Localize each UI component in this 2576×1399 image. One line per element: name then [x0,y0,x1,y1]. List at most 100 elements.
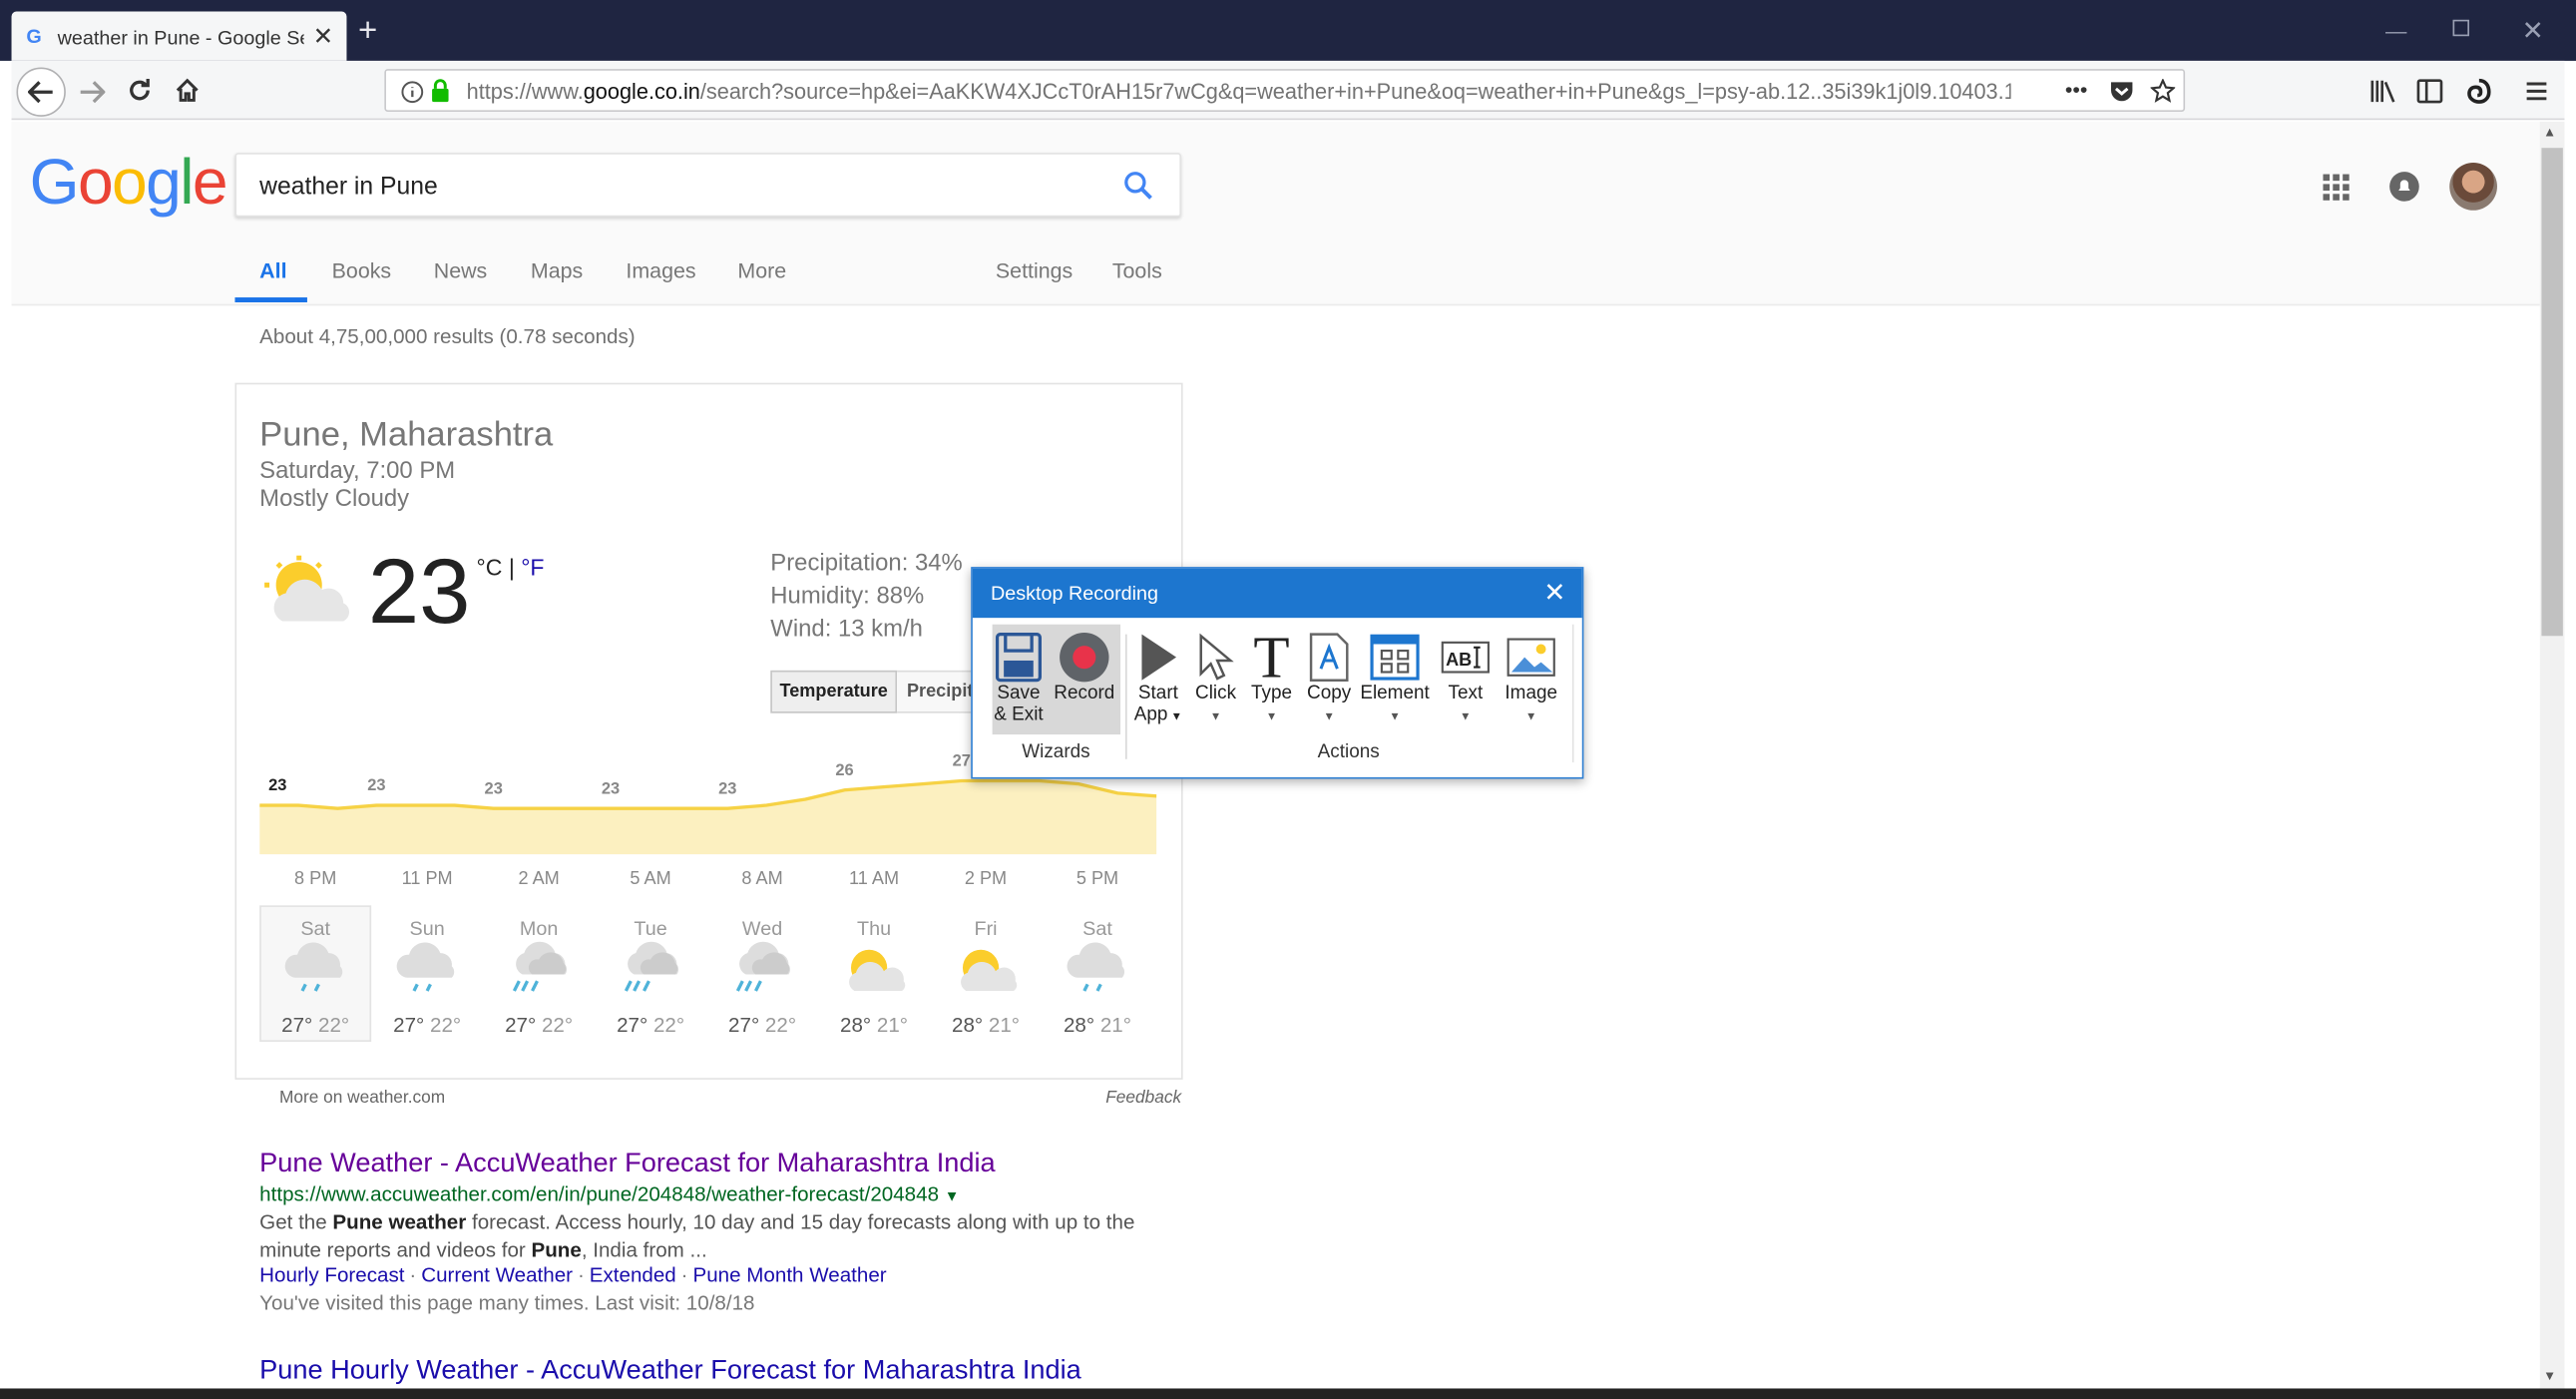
unit-fahrenheit[interactable]: °F [521,554,544,580]
pocket-icon[interactable] [2109,79,2134,104]
image-button[interactable]: Image ▼ [1502,631,1560,749]
apps-grid-icon[interactable] [2323,174,2350,201]
chart-hour-label: 5 PM [1075,869,1119,889]
unit-celsius[interactable]: °C | [477,554,522,580]
address-bar[interactable]: https://www.google.co.in/search?source=h… [384,69,2186,112]
chart-value-label: 23 [601,780,621,799]
scroll-up-icon[interactable]: ▲ [2543,125,2556,140]
menu-icon[interactable] [2525,81,2548,102]
home-button[interactable] [175,77,201,103]
info-icon[interactable] [401,81,424,104]
day-temps: 27° 22° [728,1014,797,1038]
dialog-close-icon[interactable]: ✕ [1543,577,1565,610]
weather-condition: Mostly Cloudy [259,486,410,513]
avatar[interactable] [2449,163,2497,211]
chart-hour-label: 11 PM [401,869,453,889]
day-name: Tue [634,916,667,940]
save-icon [991,631,1047,684]
forward-button[interactable] [79,81,106,104]
cursor-icon [1189,631,1242,684]
sitelink[interactable]: Hourly Forecast [259,1263,404,1286]
feedback-link[interactable]: Feedback [1105,1088,1181,1108]
day-temps: 27° 22° [393,1014,462,1038]
forward-arrow-icon [80,81,106,104]
click-button[interactable]: Click ▼ [1189,631,1242,749]
url-dropdown-icon[interactable]: ▼ [945,1188,960,1204]
search-input[interactable]: weather in Pune [234,153,1181,218]
back-arrow-icon [27,81,53,104]
sidebar-icon[interactable] [2416,79,2443,104]
temperature-button[interactable]: Temperature [770,670,898,713]
forecast-day[interactable]: Thu 28° 21° [818,905,930,1043]
day-name: Sun [409,916,445,940]
type-icon: T [1253,624,1290,691]
result-sitelinks: Hourly Forecast · Current Weather · Extended… [259,1263,887,1287]
secure-lock-icon [432,79,449,103]
wind-stat: Wind: 13 km/h [770,616,923,643]
sitelink[interactable]: Extended [590,1263,676,1286]
scrollbar-thumb[interactable] [2541,148,2563,637]
reload-button[interactable] [127,77,153,103]
forecast-day[interactable]: Sun 27° 22° [371,905,483,1043]
dropdown-caret-icon: ▼ [1460,711,1472,723]
forecast-day[interactable]: Sat 27° 22° [259,905,371,1043]
chart-hour-label: 2 AM [518,869,560,889]
new-tab-button[interactable]: + [358,15,377,48]
forecast-day[interactable]: Wed 27° 22° [706,905,818,1043]
chart-hour-label: 2 PM [964,869,1008,889]
text-button[interactable]: AB Text ▼ [1440,631,1493,749]
chart-value-label: 26 [835,761,854,780]
chart-mode-toggle: Temperature Precipitation [770,670,996,713]
day-temps: 28° 21° [840,1014,909,1038]
rain-cloud-icon [1065,942,1130,1001]
tab-books[interactable]: Books [332,258,392,283]
library-icon[interactable] [2369,79,2397,104]
result-title[interactable]: Pune Hourly Weather - AccuWeather Foreca… [259,1356,1081,1387]
type-button[interactable]: T Type ▼ [1245,624,1298,749]
tab-all[interactable]: All [259,258,286,283]
chart-hour-label: 5 AM [630,869,671,889]
window-close-icon[interactable]: ✕ [2522,15,2544,48]
scroll-down-icon[interactable]: ▼ [2543,1369,2556,1384]
tab-news[interactable]: News [434,258,488,283]
result-title[interactable]: Pune Weather - AccuWeather Forecast for … [259,1149,996,1179]
tab-tools[interactable]: Tools [1112,258,1162,283]
sitelink[interactable]: Current Weather [421,1263,573,1286]
forecast-day[interactable]: Tue 27° 22° [595,905,706,1043]
restore-icon[interactable] [2452,19,2469,37]
tab-close-icon[interactable]: ✕ [313,21,334,51]
minimize-icon[interactable]: — [2385,18,2406,43]
partly-sunny-icon [953,942,1019,1001]
chart-hour-label: 8 AM [741,869,783,889]
save-exit-button[interactable]: Save & Exit [991,631,1047,749]
result-snippet: Get the Pune weather forecast. Access ho… [259,1210,1135,1261]
bookmark-star-icon[interactable] [2150,79,2176,104]
google-logo[interactable]: Google [30,148,228,220]
notifications-icon[interactable] [2388,171,2419,202]
tab-settings[interactable]: Settings [996,258,1073,283]
tab-maps[interactable]: Maps [531,258,583,283]
forecast-day[interactable]: Fri 28° 21° [930,905,1042,1043]
forecast-day[interactable]: Mon 27° 22° [483,905,595,1043]
copy-button[interactable]: Copy ▼ [1303,631,1356,749]
more-weather-link[interactable]: More on weather.com [279,1088,445,1108]
browser-tab[interactable]: G weather in Pune - Google Search ✕ [11,11,347,61]
search-icon[interactable] [1123,171,1153,201]
day-name: Thu [857,916,892,940]
element-button[interactable]: Element ▼ [1359,631,1431,749]
tab-more[interactable]: More [737,258,786,283]
page-actions-icon[interactable]: ••• [2065,77,2087,102]
result-url: https://www.accuweather.com/en/in/pune/2… [259,1183,959,1206]
svg-text:AB: AB [1446,650,1472,670]
play-icon [1130,631,1186,684]
forecast-day[interactable]: Sat 28° 21° [1042,905,1153,1043]
day-name: Wed [741,916,783,940]
chart-hour-label: 8 PM [294,869,337,889]
extension-icon[interactable] [2466,77,2492,105]
tab-images[interactable]: Images [626,258,695,283]
back-button[interactable] [16,67,66,117]
record-button[interactable]: Record [1052,631,1117,749]
start-app-button[interactable]: Start App ▼ [1130,631,1186,749]
sitelink[interactable]: Pune Month Weather [692,1263,886,1286]
search-query[interactable]: weather in Pune [259,173,438,201]
